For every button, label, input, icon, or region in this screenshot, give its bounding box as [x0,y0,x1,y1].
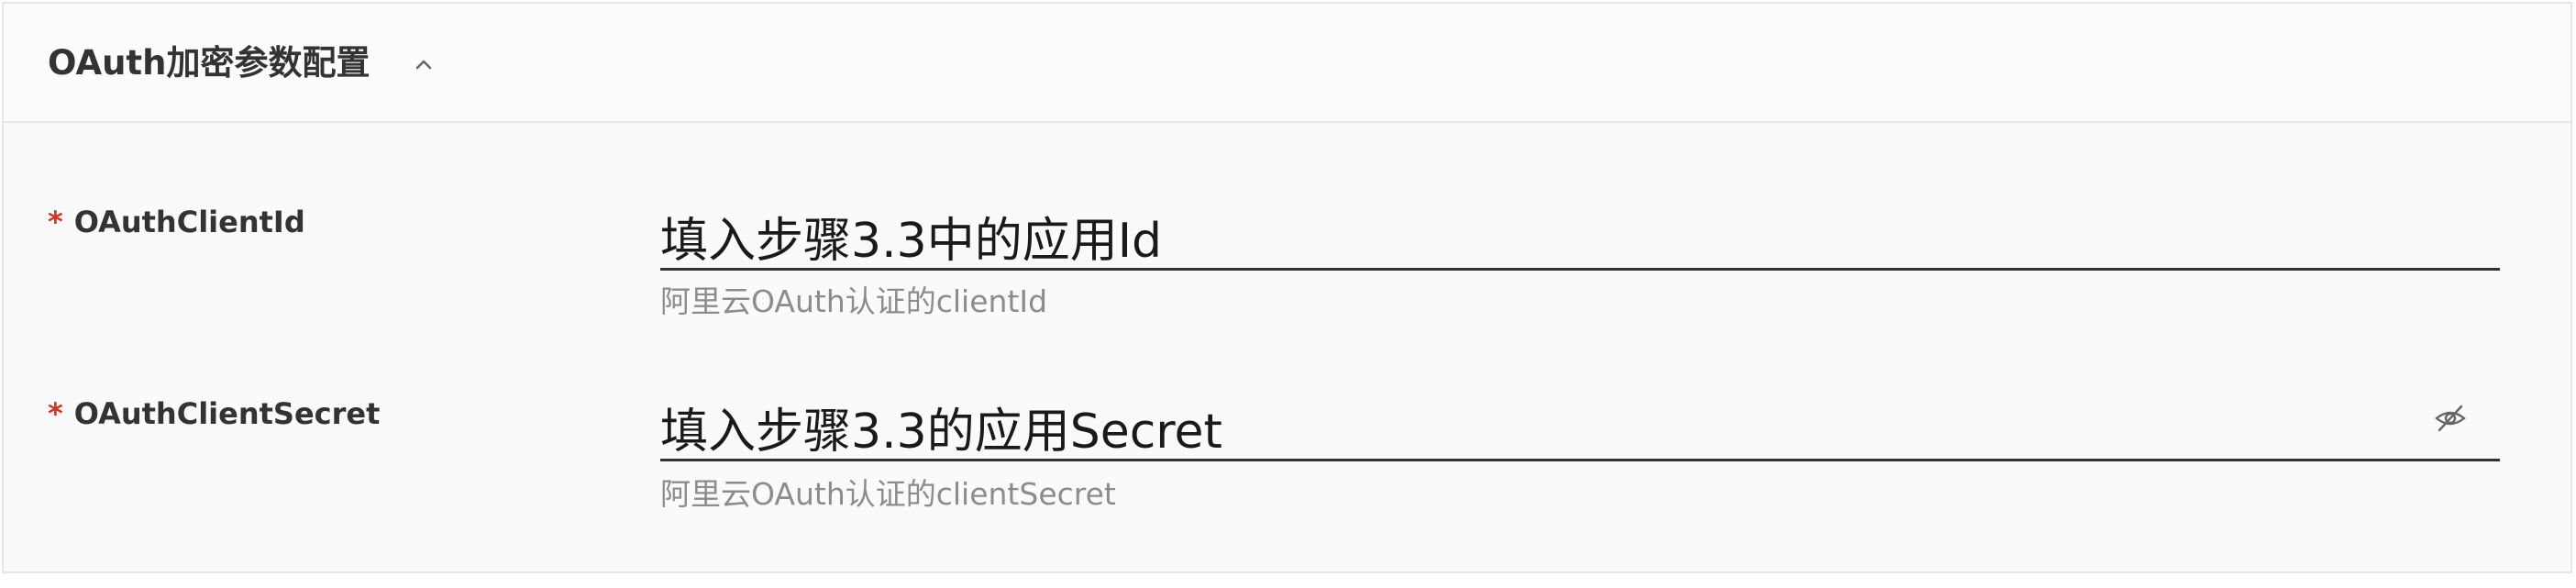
client-id-help: 阿里云OAuth认证的clientId [660,283,1048,319]
client-id-label: * OAuthClientId [48,202,305,242]
chevron-up-icon[interactable] [411,51,437,77]
client-id-input[interactable] [660,205,2500,271]
client-id-label-text: OAuthClientId [73,205,305,239]
client-secret-label-text: OAuthClientSecret [73,396,381,431]
panel-header[interactable]: OAuth加密参数配置 [4,4,2570,123]
oauth-config-panel: OAuth加密参数配置 * OAuthClientId 阿里云OAuth认证的cl… [2,2,2572,573]
section-title: OAuth加密参数配置 [48,43,370,83]
client-secret-label: * OAuthClientSecret [48,394,380,434]
eye-off-icon[interactable] [2432,400,2469,437]
required-mark: * [48,396,63,431]
client-secret-input[interactable] [660,395,2500,461]
client-secret-help: 阿里云OAuth认证的clientSecret [660,476,1116,512]
required-mark: * [48,205,63,239]
